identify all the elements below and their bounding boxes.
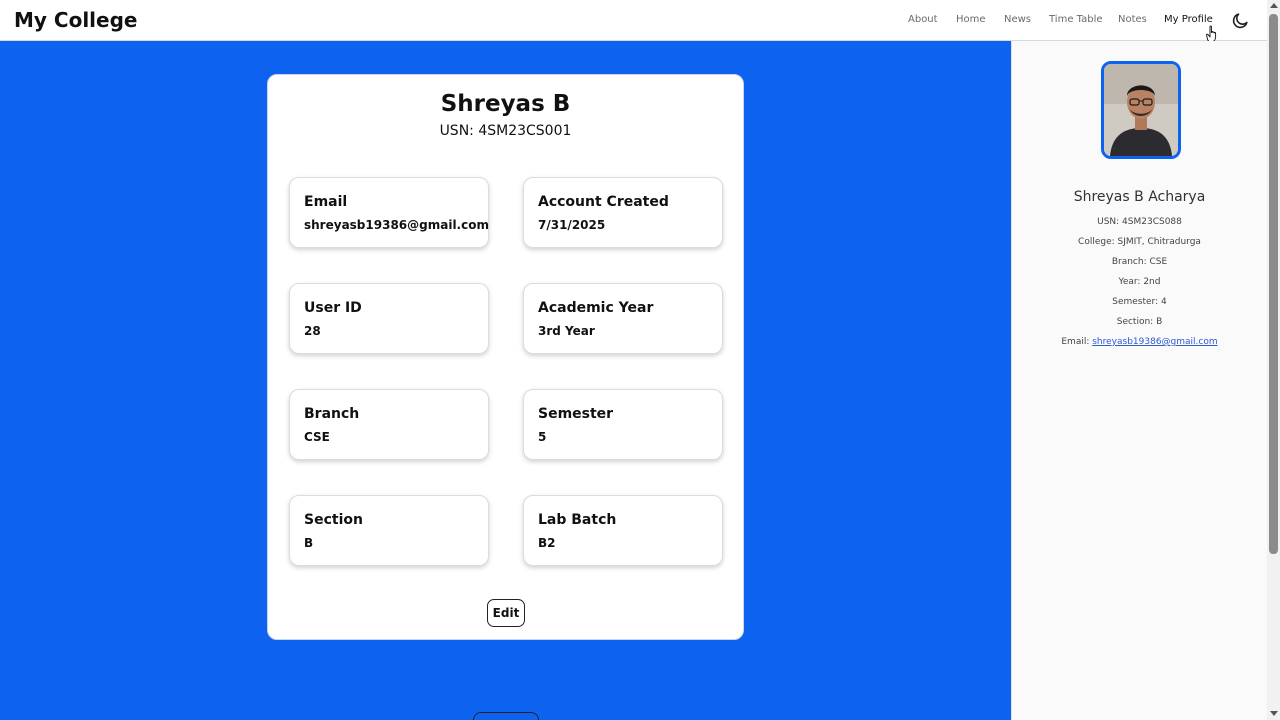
top-navbar: My College About Home News Time Table No… [0, 0, 1267, 43]
profile-usn: USN: 4SM23CS001 [439, 123, 572, 139]
info-label: Email [304, 194, 348, 210]
nav-notes[interactable]: Notes [1118, 14, 1147, 25]
avatar [1101, 61, 1181, 159]
sidebar-semester: Semester: 4 [1112, 297, 1167, 307]
info-box-account-created: Account Created 7/31/2025 [523, 177, 723, 248]
scrollbar-thumb[interactable] [1269, 14, 1278, 554]
sidebar-section: Section: B [1116, 317, 1163, 327]
sidebar-college: College: SJMIT, Chitradurga [1078, 237, 1201, 247]
moon-icon[interactable] [1231, 11, 1250, 30]
info-value: CSE [304, 430, 330, 444]
info-box-semester: Semester 5 [523, 389, 723, 460]
info-box-email: Email shreyasb19386@gmail.com [289, 177, 489, 248]
main-content: Shreyas B USN: 4SM23CS001 Email shreyasb… [0, 41, 1011, 720]
info-label: Branch [304, 406, 360, 422]
info-value: 7/31/2025 [538, 218, 606, 232]
info-value: 28 [304, 324, 321, 338]
profile-photo [1104, 64, 1178, 156]
nav-home[interactable]: Home [956, 14, 986, 25]
partially-visible-button[interactable] [473, 712, 539, 720]
page-scrollbar[interactable] [1267, 0, 1280, 720]
info-value: shreyasb19386@gmail.com [304, 218, 489, 232]
info-box-branch: Branch CSE [289, 389, 489, 460]
sidebar-email-row: Email: shreyasb19386@gmail.com [1012, 337, 1267, 347]
nav-about[interactable]: About [908, 14, 938, 25]
scroll-down-arrow-icon[interactable] [1270, 711, 1278, 716]
sidebar-email-link[interactable]: shreyasb19386@gmail.com [1092, 337, 1217, 347]
scroll-up-arrow-icon[interactable] [1270, 3, 1278, 8]
info-box-section: Section B [289, 495, 489, 566]
nav-time-table[interactable]: Time Table [1049, 14, 1103, 25]
info-box-lab-batch: Lab Batch B2 [523, 495, 723, 566]
info-label: Academic Year [538, 300, 654, 316]
info-box-user-id: User ID 28 [289, 283, 489, 354]
info-value: 5 [538, 430, 547, 444]
nav-my-profile[interactable]: My Profile [1164, 14, 1213, 25]
sidebar-branch: Branch: CSE [1111, 257, 1168, 267]
profile-card: Shreyas B USN: 4SM23CS001 Email shreyasb… [267, 74, 744, 640]
sidebar-usn: USN: 4SM23CS088 [1097, 217, 1182, 227]
info-box-academic-year: Academic Year 3rd Year [523, 283, 723, 354]
sidebar-email-label: Email: [1061, 337, 1093, 347]
info-value: B [304, 536, 314, 550]
info-label: User ID [304, 300, 362, 316]
profile-name: Shreyas B [440, 91, 571, 117]
profile-sidebar: Shreyas B Acharya USN: 4SM23CS088 Colleg… [1011, 41, 1267, 720]
sidebar-year: Year: 2nd [1118, 277, 1161, 287]
info-value: 3rd Year [538, 324, 595, 338]
info-label: Account Created [538, 194, 669, 210]
nav-news[interactable]: News [1004, 14, 1031, 25]
nav-menu: About Home News Time Table Notes My Prof… [0, 14, 1267, 28]
info-label: Lab Batch [538, 512, 617, 528]
info-label: Section [304, 512, 363, 528]
info-label: Semester [538, 406, 614, 422]
sidebar-name: Shreyas B Acharya [1073, 189, 1206, 205]
edit-button[interactable]: Edit [487, 599, 525, 627]
info-value: B2 [538, 536, 556, 550]
